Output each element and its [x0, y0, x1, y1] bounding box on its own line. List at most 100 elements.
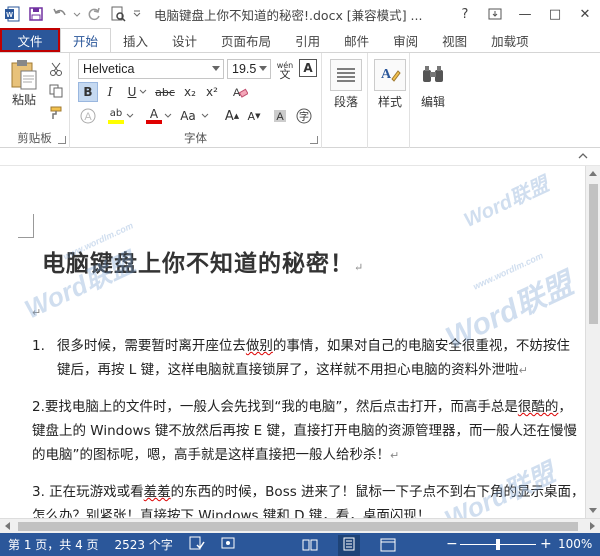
chevron-down-icon: [212, 66, 220, 71]
horizontal-scroll-thumb[interactable]: [18, 522, 578, 531]
phonetic-guide-button[interactable]: wén 文: [274, 58, 296, 82]
proofing-icon[interactable]: [181, 536, 213, 553]
margin-corner-mark: [18, 214, 34, 238]
watermark: Word联盟: [460, 173, 553, 232]
paste-label: 粘贴: [11, 93, 36, 107]
title-bar: W 电脑键盘上你不知道的秘密!.docx [兼容模式] ... ? — □ ✕: [0, 0, 600, 28]
tab-mailings[interactable]: 邮件: [332, 28, 381, 52]
change-case-dropdown-icon[interactable]: [200, 106, 210, 126]
zoom-in-button[interactable]: +: [540, 536, 552, 552]
editing-button[interactable]: 编辑: [417, 59, 449, 110]
web-layout-icon[interactable]: [380, 538, 396, 555]
restore-button[interactable]: □: [540, 0, 570, 28]
shrink-font-label: A: [247, 109, 256, 123]
superscript-button[interactable]: x²: [202, 82, 222, 102]
chevron-down-icon: [259, 66, 267, 71]
paste-button[interactable]: 粘贴: [8, 59, 40, 108]
page-count[interactable]: 第 1 页，共 4 页: [0, 536, 107, 553]
paragraph-button[interactable]: 段落: [330, 59, 362, 110]
ruler-area: [0, 148, 600, 166]
undo-dropdown-icon[interactable]: [72, 2, 82, 26]
print-layout-icon[interactable]: [338, 535, 360, 556]
paragraph-label: 段落: [333, 95, 358, 109]
subscript-button[interactable]: x₂: [180, 82, 200, 102]
text-run: 3. 正在玩游戏或看: [32, 484, 144, 500]
text-run: 2.要找电脑上的文件时，一般人会先找到“我的电脑”，然后点击打开，而高手总是: [32, 399, 518, 415]
copy-icon[interactable]: [46, 81, 66, 101]
customize-qat-icon[interactable]: [130, 2, 144, 26]
font-color-swatch: [146, 120, 162, 124]
horizontal-scrollbar[interactable]: [0, 518, 600, 533]
italic-button[interactable]: I: [100, 82, 120, 102]
ribbon-display-options-icon[interactable]: [480, 0, 510, 28]
scroll-right-icon[interactable]: [590, 522, 595, 530]
tab-file[interactable]: 文件: [0, 28, 60, 52]
shrink-font-button[interactable]: A ▼: [244, 106, 264, 126]
tab-page-layout[interactable]: 页面布局: [209, 28, 283, 52]
vertical-scroll-thumb[interactable]: [589, 184, 598, 324]
grow-font-label: A: [224, 108, 234, 124]
grow-font-button[interactable]: A ▲: [222, 106, 242, 126]
redo-icon[interactable]: [82, 2, 106, 26]
window-title: 电脑键盘上你不知道的秘密!.docx [兼容模式] ...: [154, 7, 423, 23]
collapse-ribbon-icon[interactable]: [578, 150, 588, 163]
tab-insert[interactable]: 插入: [111, 28, 160, 52]
font-family-dropdown[interactable]: Helvetica: [78, 59, 224, 79]
highlight-dropdown-icon[interactable]: [125, 106, 135, 126]
close-button[interactable]: ✕: [570, 0, 600, 28]
svg-text:A: A: [276, 111, 284, 123]
clear-formatting-icon[interactable]: A: [230, 82, 250, 102]
tab-design[interactable]: 设计: [160, 28, 209, 52]
text-run: ，: [558, 399, 572, 415]
word-count[interactable]: 2523 个字: [107, 536, 181, 553]
spelling-error: 羞羞: [143, 484, 171, 500]
styles-button[interactable]: A 样式: [374, 59, 406, 110]
cut-icon[interactable]: [46, 59, 66, 79]
font-launcher-icon[interactable]: [310, 136, 318, 144]
font-size-dropdown[interactable]: 19.5: [227, 59, 271, 79]
tab-view[interactable]: 视图: [430, 28, 479, 52]
tab-references[interactable]: 引用: [283, 28, 332, 52]
font-color-button[interactable]: A: [144, 106, 164, 126]
enclose-characters-icon[interactable]: 字: [294, 106, 314, 126]
tab-review[interactable]: 审阅: [381, 28, 430, 52]
bold-button[interactable]: B: [78, 82, 98, 102]
word-app-icon[interactable]: W: [0, 2, 24, 26]
binoculars-icon: [417, 59, 449, 91]
scroll-down-icon[interactable]: [589, 508, 597, 513]
tab-add-ins[interactable]: 加载项: [479, 28, 541, 52]
clipboard-launcher-icon[interactable]: [58, 136, 66, 144]
macro-record-icon[interactable]: [213, 536, 243, 553]
document-area[interactable]: 电脑键盘上你不知道的秘密！↵ ↵ 1. 很多时候，需要暂时离开座位去做别的事情，如…: [0, 166, 585, 518]
font-color-dropdown-icon[interactable]: [163, 106, 173, 126]
character-shading-icon[interactable]: A: [270, 106, 290, 126]
zoom-slider-knob[interactable]: [496, 539, 500, 550]
zoom-level[interactable]: 100%: [558, 537, 592, 551]
tab-home[interactable]: 开始: [60, 28, 112, 52]
styles-group: A 样式: [368, 53, 410, 148]
read-mode-icon[interactable]: [302, 538, 318, 555]
scroll-left-icon[interactable]: [5, 522, 10, 530]
ribbon: 粘贴 剪贴板 Helvetica 19.5 wén 文 A B I U abc …: [0, 52, 600, 148]
svg-text:W: W: [6, 12, 13, 19]
save-icon[interactable]: [24, 2, 48, 26]
change-case-button[interactable]: Aa: [176, 106, 200, 126]
ribbon-tabs: 文件 开始 插入 设计 页面布局 引用 邮件 审阅 视图 加载项: [0, 28, 600, 52]
vertical-scrollbar[interactable]: [585, 166, 600, 518]
text-effects-icon[interactable]: A: [78, 106, 98, 126]
underline-dropdown-icon[interactable]: [138, 82, 148, 102]
zoom-out-button[interactable]: −: [446, 536, 458, 552]
text-run: 的事情，如果对自己的电脑安全很重视，不妨按住: [272, 338, 570, 354]
highlight-color-button[interactable]: ab: [106, 106, 126, 126]
character-border-button[interactable]: A: [299, 59, 317, 77]
minimize-button[interactable]: —: [510, 0, 540, 28]
spelling-error: 很酷的: [517, 399, 559, 415]
strikethrough-button[interactable]: abc: [152, 82, 178, 102]
help-button[interactable]: ?: [450, 0, 480, 28]
undo-icon[interactable]: [48, 2, 72, 26]
paragraph-3-line-2: 怎么办？别紧张！直接按下 Windows 键和 D 键，看，桌面闪现！: [32, 504, 430, 518]
print-preview-icon[interactable]: [106, 2, 130, 26]
format-painter-icon[interactable]: [46, 103, 66, 123]
scroll-up-icon[interactable]: [589, 171, 597, 176]
highlight-color-swatch: [108, 120, 124, 124]
